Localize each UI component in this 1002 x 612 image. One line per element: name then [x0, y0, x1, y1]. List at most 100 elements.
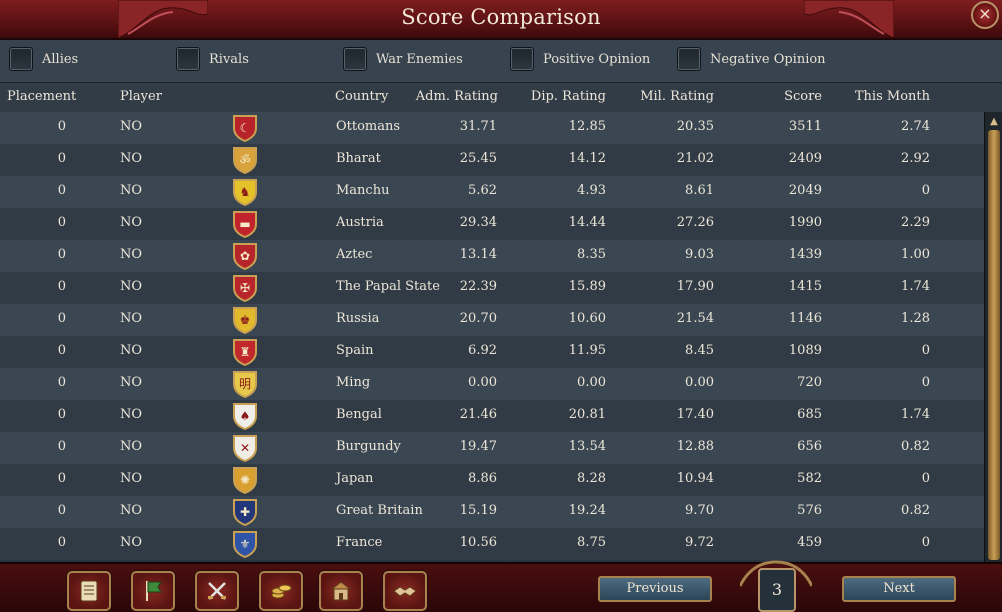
dip-rating-cell: 8.75 — [577, 535, 606, 550]
header-score[interactable]: Score — [784, 89, 822, 104]
svg-text:☾: ☾ — [240, 121, 251, 135]
table-row[interactable]: 0 NO ✚ Great Britain 15.19 19.24 9.70 576 0.82 — [0, 496, 984, 528]
positive-opinion-checkbox[interactable] — [510, 47, 534, 71]
previous-button[interactable]: Previous — [598, 576, 712, 602]
mil-rating-cell: 20.35 — [676, 119, 714, 134]
country-name[interactable]: Japan — [336, 471, 373, 486]
score-cell: 576 — [797, 503, 822, 518]
player-cell: NO — [120, 119, 143, 134]
crossed-swords-icon — [208, 582, 226, 600]
placement-cell: 0 — [57, 215, 66, 230]
mil-rating-cell: 9.03 — [685, 247, 714, 262]
scrollbar[interactable]: ▲ — [984, 112, 1002, 564]
next-button[interactable]: Next — [842, 576, 956, 602]
country-flag-icon[interactable]: ✿ — [232, 242, 258, 271]
country-flag-icon[interactable]: ✠ — [232, 274, 258, 303]
header-dip-rating[interactable]: Dip. Rating — [531, 89, 606, 104]
filter-label: Positive Opinion — [543, 51, 651, 67]
country-name[interactable]: France — [336, 535, 382, 550]
buildings-button[interactable] — [319, 571, 363, 611]
country-name[interactable]: The Papal State — [336, 279, 440, 294]
table-row[interactable]: 0 NO ♞ Manchu 5.62 4.93 8.61 2049 0 — [0, 176, 984, 208]
rivals-checkbox[interactable] — [176, 47, 200, 71]
adm-rating-cell: 8.86 — [468, 471, 497, 486]
table-row[interactable]: 0 NO ♚ Russia 20.70 10.60 21.54 1146 1.28 — [0, 304, 984, 336]
close-button[interactable]: × — [971, 1, 999, 29]
filter-rivals[interactable]: Rivals — [176, 45, 249, 73]
dip-rating-cell: 15.89 — [568, 279, 606, 294]
country-flag-icon[interactable]: ⚜ — [232, 530, 258, 559]
filter-negative-opinion[interactable]: Negative Opinion — [677, 45, 826, 73]
table-row[interactable]: 0 NO ♠ Bengal 21.46 20.81 17.40 685 1.74 — [0, 400, 984, 432]
dip-rating-cell: 13.54 — [568, 439, 606, 454]
country-flag-icon[interactable]: 明 — [232, 370, 258, 399]
country-flag-icon[interactable]: ✕ — [232, 434, 258, 463]
header-adm-rating[interactable]: Adm. Rating — [416, 89, 498, 104]
score-cell: 1415 — [788, 279, 822, 294]
country-flag-icon[interactable]: ♚ — [232, 306, 258, 335]
table-row[interactable]: 0 NO ✕ Burgundy 19.47 13.54 12.88 656 0.82 — [0, 432, 984, 464]
country-flag-icon[interactable]: ✺ — [232, 466, 258, 495]
table-row[interactable]: 0 NO ⚜ France 10.56 8.75 9.72 459 0 — [0, 528, 984, 560]
table-row[interactable]: 0 NO ✿ Aztec 13.14 8.35 9.03 1439 1.00 — [0, 240, 984, 272]
header-this-month[interactable]: This Month — [855, 89, 930, 104]
country-name[interactable]: Great Britain — [336, 503, 423, 518]
country-name[interactable]: Russia — [336, 311, 379, 326]
header-player[interactable]: Player — [120, 89, 162, 104]
adm-rating-cell: 19.47 — [459, 439, 497, 454]
table-row[interactable]: 0 NO ✠ The Papal State 22.39 15.89 17.90 1415 1.… — [0, 272, 984, 304]
country-flag-icon[interactable]: ♠ — [232, 402, 258, 431]
header-mil-rating[interactable]: Mil. Rating — [640, 89, 714, 104]
diplomacy-flag-button[interactable] — [131, 571, 175, 611]
country-name[interactable]: Aztec — [336, 247, 372, 262]
economy-button[interactable] — [259, 571, 303, 611]
svg-text:♠: ♠ — [240, 409, 251, 423]
player-cell: NO — [120, 215, 143, 230]
player-cell: NO — [120, 535, 143, 550]
header-country[interactable]: Country — [335, 89, 388, 104]
country-name[interactable]: Bharat — [336, 151, 381, 166]
player-cell: NO — [120, 407, 143, 422]
scroll-thumb[interactable] — [988, 130, 1000, 560]
table-row[interactable]: 0 NO ☾ Ottomans 31.71 12.85 20.35 3511 2.74 — [0, 112, 984, 144]
military-button[interactable] — [195, 571, 239, 611]
placement-cell: 0 — [57, 535, 66, 550]
country-flag-icon[interactable]: ♜ — [232, 338, 258, 367]
filter-positive-opinion[interactable]: Positive Opinion — [510, 45, 650, 73]
dip-rating-cell: 20.81 — [568, 407, 606, 422]
mil-rating-cell: 21.02 — [676, 151, 714, 166]
war-enemies-checkbox[interactable] — [343, 47, 367, 71]
negative-opinion-checkbox[interactable] — [677, 47, 701, 71]
filter-war-enemies[interactable]: War Enemies — [343, 45, 463, 73]
placement-cell: 0 — [57, 119, 66, 134]
country-name[interactable]: Bengal — [336, 407, 382, 422]
svg-text:✠: ✠ — [240, 281, 250, 295]
country-flag-icon[interactable]: ✚ — [232, 498, 258, 527]
country-name[interactable]: Spain — [336, 343, 374, 358]
country-name[interactable]: Ottomans — [336, 119, 400, 134]
header-placement[interactable]: Placement — [7, 89, 76, 104]
country-name[interactable]: Austria — [336, 215, 384, 230]
country-flag-icon[interactable]: ॐ — [232, 146, 258, 175]
adm-rating-cell: 10.56 — [459, 535, 497, 550]
country-flag-icon[interactable]: ♞ — [232, 178, 258, 207]
ledger-button[interactable] — [67, 571, 111, 611]
player-cell: NO — [120, 503, 143, 518]
relations-button[interactable] — [383, 571, 427, 611]
country-name[interactable]: Burgundy — [336, 439, 401, 454]
country-flag-icon[interactable]: ☾ — [232, 114, 258, 143]
placement-cell: 0 — [57, 311, 66, 326]
country-flag-icon[interactable]: ▬ — [232, 210, 258, 239]
country-name[interactable]: Manchu — [336, 183, 389, 198]
this-month-cell: 0 — [921, 183, 930, 198]
table-row[interactable]: 0 NO 明 Ming 0.00 0.00 0.00 720 0 — [0, 368, 984, 400]
table-row[interactable]: 0 NO ▬ Austria 29.34 14.44 27.26 1990 2.29 — [0, 208, 984, 240]
allies-checkbox[interactable] — [9, 47, 33, 71]
dip-rating-cell: 10.60 — [568, 311, 606, 326]
table-row[interactable]: 0 NO ♜ Spain 6.92 11.95 8.45 1089 0 — [0, 336, 984, 368]
table-row[interactable]: 0 NO ✺ Japan 8.86 8.28 10.94 582 0 — [0, 464, 984, 496]
scroll-up-arrow-icon[interactable]: ▲ — [987, 116, 1001, 127]
country-name[interactable]: Ming — [336, 375, 370, 390]
filter-allies[interactable]: Allies — [9, 45, 78, 73]
table-row[interactable]: 0 NO ॐ Bharat 25.45 14.12 21.02 2409 2.92 — [0, 144, 984, 176]
